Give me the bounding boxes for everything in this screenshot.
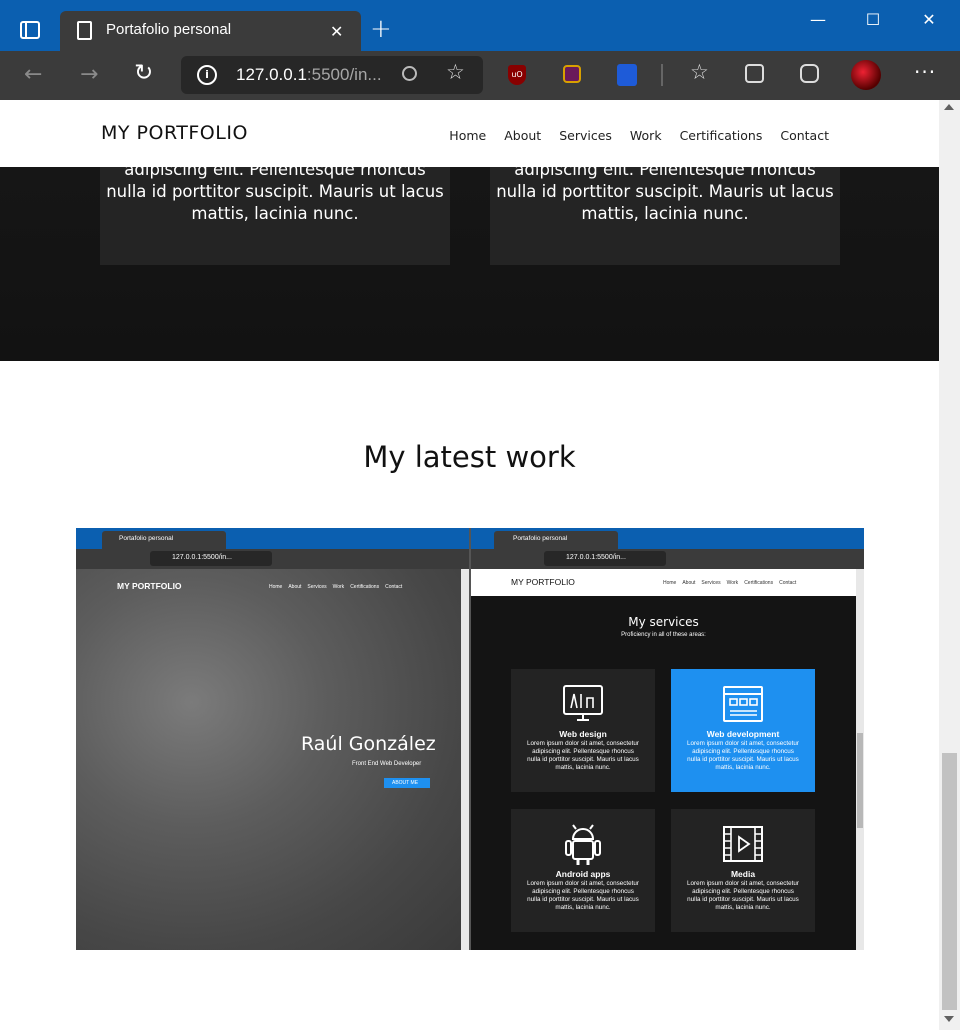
preview-left-url: 127.0.0.1:5500/in... [172, 554, 232, 561]
refresh-icon[interactable]: ↻ [134, 60, 153, 86]
nav-home[interactable]: Home [449, 128, 486, 143]
site-navbar: MY PORTFOLIO Home About Services Work Ce… [0, 100, 939, 167]
work-screenshot[interactable]: Portafolio personal 127.0.0.1:5500/in...… [76, 528, 864, 950]
extensions-icon[interactable] [800, 64, 819, 83]
preview-right-nav: Home About Services Work Certifications Conta… [663, 580, 797, 586]
scroll-down-icon[interactable] [944, 1016, 954, 1022]
preview-right-tab-title: Portafolio personal [513, 535, 568, 542]
preview-hero [76, 569, 461, 950]
preview-left-toolbar [76, 549, 469, 569]
page-viewport: adipiscing elit. Pellentesque rhoncus nu… [0, 100, 939, 1030]
preview-right-url: 127.0.0.1:5500/in... [566, 554, 626, 561]
preview-scrollbar-left [461, 569, 469, 950]
tab-title: Portafolio personal [106, 21, 232, 38]
maximize-button[interactable]: ☐ [850, 2, 896, 38]
preview-services-title: My services [628, 615, 699, 629]
url-text[interactable]: 127.0.0.1:5500/in... [236, 65, 382, 85]
close-button[interactable]: ✕ [906, 2, 952, 38]
forward-icon[interactable]: → [80, 62, 98, 87]
bitwarden-icon[interactable] [617, 64, 637, 86]
preview-right-toolbar [471, 549, 864, 569]
extension-icon[interactable] [563, 65, 581, 83]
preview-card-title: Web development [706, 729, 780, 739]
preview-card-title: Android apps [555, 869, 611, 879]
new-tab-icon[interactable]: + [370, 14, 392, 44]
preview-card-title: Media [730, 869, 756, 879]
preview-scrollbar-thumb [857, 733, 863, 828]
minimize-button[interactable]: — [795, 2, 841, 38]
android-icon [565, 824, 601, 865]
toolbar-divider [661, 64, 663, 86]
tab-close-icon[interactable]: ✕ [330, 22, 343, 41]
page-icon [77, 21, 92, 40]
nav-work[interactable]: Work [630, 128, 662, 143]
nav-services[interactable]: Services [559, 128, 612, 143]
collections-icon[interactable] [745, 64, 764, 83]
preview-left-nav: Home About Services Work Certifications Conta… [269, 584, 403, 590]
preview-card-text: Lorem ipsum dolor sit amet, consectetur a… [687, 880, 799, 911]
scrollbar-thumb[interactable] [942, 753, 957, 1010]
tab-actions-icon[interactable] [20, 21, 40, 39]
service-card-text: adipiscing elit. Pellentesque rhoncus nu… [496, 160, 834, 223]
nav-about[interactable]: About [504, 128, 541, 143]
preview-about-label: ABOUT ME [392, 780, 419, 786]
info-icon[interactable]: i [197, 65, 217, 85]
work-heading: My latest work [363, 440, 576, 474]
preview-card-text: Lorem ipsum dolor sit amet, consectetur a… [687, 740, 799, 771]
preview-hero-subtitle: Front End Web Developer [352, 761, 422, 767]
preview-left-tab-title: Portafolio personal [119, 535, 174, 542]
preview-right-brand: MY PORTFOLIO [511, 577, 575, 587]
avatar[interactable] [851, 60, 881, 90]
browser-window-icon [723, 686, 763, 722]
add-favorite-icon[interactable]: ☆ [446, 60, 465, 84]
zoom-icon[interactable] [402, 66, 417, 81]
preview-card-text: Lorem ipsum dolor sit amet, consectetur a… [527, 880, 639, 911]
preview-services-sub: Proficiency in all of these areas: [621, 632, 706, 638]
ublock-icon[interactable]: uO [508, 65, 526, 85]
preview-hero-name: Raúl González [301, 733, 436, 755]
nav-contact[interactable]: Contact [780, 128, 829, 143]
preview-card-text: Lorem ipsum dolor sit amet, consectetur a… [527, 740, 639, 771]
preview-card-title: Web design [559, 729, 607, 739]
monitor-design-icon [563, 685, 603, 721]
preview-left-brand: MY PORTFOLIO [117, 581, 182, 591]
nav-certifications[interactable]: Certifications [680, 128, 763, 143]
back-icon[interactable]: ← [24, 62, 42, 87]
favorites-icon[interactable]: ☆ [690, 60, 709, 84]
site-nav: Home About Services Work Certifications … [431, 128, 829, 143]
site-brand[interactable]: MY PORTFOLIO [101, 122, 248, 144]
more-icon[interactable]: ··· [914, 60, 936, 84]
scroll-up-icon[interactable] [944, 104, 954, 110]
service-card-text: adipiscing elit. Pellentesque rhoncus nu… [106, 160, 444, 223]
film-media-icon [723, 826, 763, 862]
